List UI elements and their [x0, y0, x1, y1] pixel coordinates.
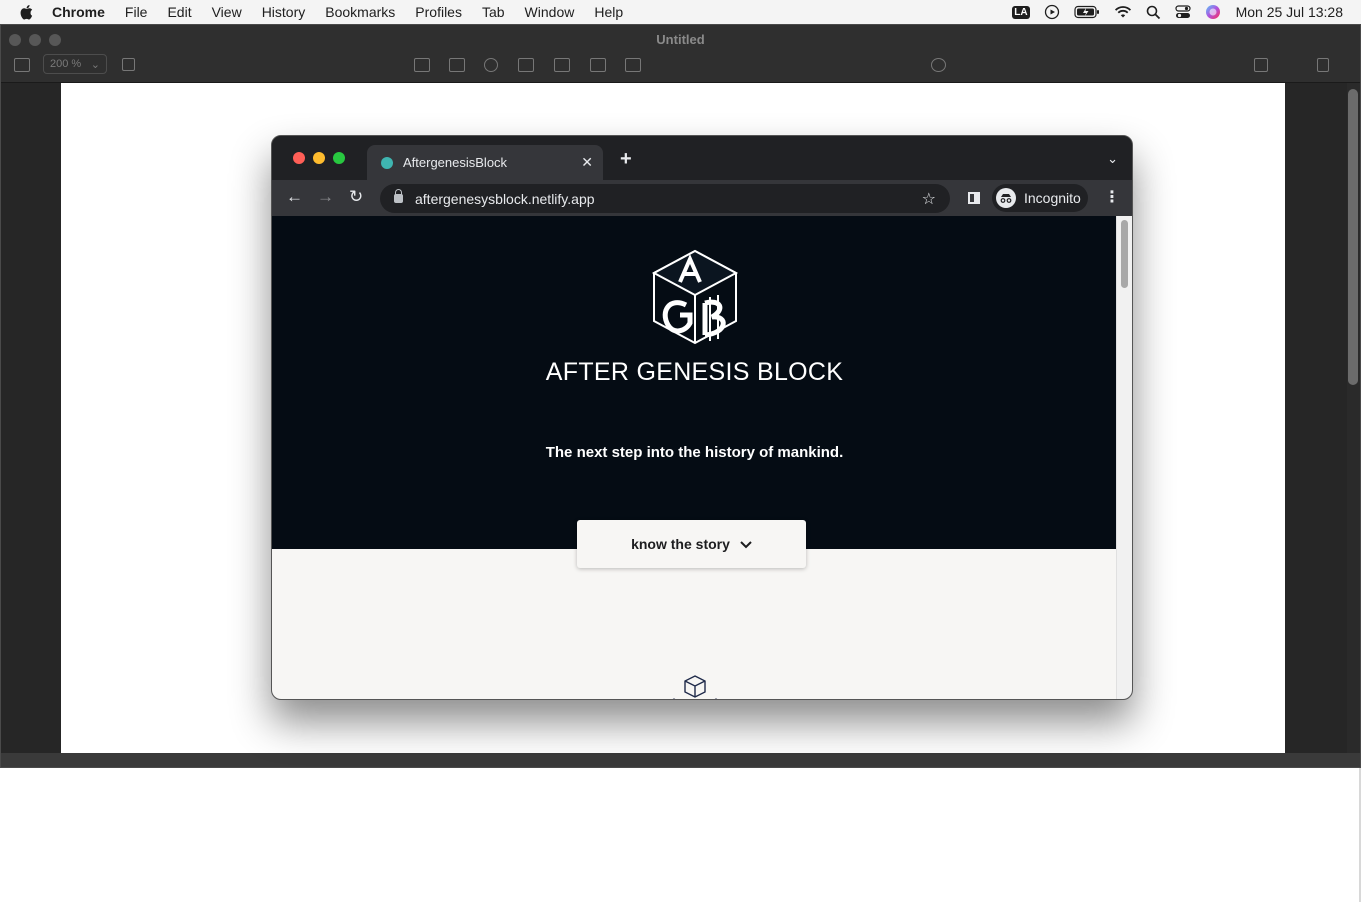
page-scrollbar[interactable]: [1116, 216, 1132, 699]
play-slideshow-icon[interactable]: [414, 58, 430, 72]
agb-cube-logo-icon: [651, 249, 739, 345]
text-box-icon[interactable]: [518, 58, 534, 72]
hero-title: AFTER GENESIS BLOCK: [545, 358, 844, 386]
chevron-down-icon: [740, 537, 752, 552]
know-the-story-button[interactable]: know the story: [577, 520, 806, 568]
add-slide-icon[interactable]: [122, 58, 135, 71]
canvas-bottom-bar: [1, 753, 1360, 767]
status-area: LA Mon 25 Jul 13:28: [1005, 0, 1361, 24]
forward-arrow-icon[interactable]: →: [317, 187, 334, 207]
collaborate-icon[interactable]: [931, 58, 946, 72]
browser-toolbar: ← → ↻ aftergenesysblock.netlify.app ☆ In…: [272, 180, 1132, 216]
zoom-select[interactable]: 200 % ⌄: [43, 54, 107, 74]
tab-search-chevron-icon[interactable]: ⌄: [1107, 151, 1118, 167]
shape-icon[interactable]: [554, 58, 570, 72]
menu-edit[interactable]: Edit: [157, 0, 201, 24]
incognito-label: Incognito: [1024, 190, 1081, 206]
lock-icon[interactable]: [394, 189, 403, 203]
zoom-value: 200 %: [50, 58, 82, 70]
comment-icon[interactable]: [625, 58, 641, 72]
reload-icon[interactable]: ↻: [349, 187, 363, 207]
menu-tab[interactable]: Tab: [472, 0, 515, 24]
menu-help[interactable]: Help: [584, 0, 633, 24]
format-brush-icon[interactable]: [1254, 58, 1268, 72]
back-arrow-icon[interactable]: ←: [286, 187, 303, 207]
menu-app-name[interactable]: Chrome: [52, 0, 115, 24]
small-cube-icon: [672, 675, 718, 699]
web-page: AFTER GENESIS BLOCK The next step into t…: [272, 216, 1117, 699]
hero-subtitle: The next step into the history of mankin…: [545, 444, 844, 461]
battery-icon[interactable]: [1073, 5, 1100, 19]
keynote-titlebar: Untitled 200 % ⌄: [1, 25, 1360, 83]
chevron-down-icon: ⌄: [90, 58, 100, 71]
menubar-clock[interactable]: Mon 25 Jul 13:28: [1236, 4, 1343, 20]
browser-window-controls: [293, 152, 345, 164]
control-center-icon[interactable]: [1174, 5, 1191, 19]
incognito-icon: [996, 188, 1016, 208]
browser-zoom-button[interactable]: [333, 152, 345, 164]
menu-view[interactable]: View: [202, 0, 252, 24]
chart-icon[interactable]: [484, 58, 498, 72]
menu-history[interactable]: History: [252, 0, 316, 24]
more-menu-icon[interactable]: ⋮: [1104, 187, 1120, 207]
close-tab-icon[interactable]: ✕: [581, 154, 593, 171]
menu-file[interactable]: File: [115, 0, 158, 24]
browser-minimize-button[interactable]: [313, 152, 325, 164]
menu-bar: Chrome File Edit View History Bookmarks …: [0, 0, 1361, 24]
know-the-story-label: know the story: [631, 536, 730, 552]
new-tab-icon[interactable]: +: [620, 148, 632, 171]
play-icon[interactable]: [1044, 4, 1060, 20]
menu-bookmarks[interactable]: Bookmarks: [315, 0, 405, 24]
media-icon[interactable]: [590, 58, 606, 72]
input-source-badge[interactable]: LA: [1012, 5, 1030, 19]
incognito-profile-button[interactable]: Incognito: [992, 184, 1088, 212]
browser-close-button[interactable]: [293, 152, 305, 164]
url-text[interactable]: aftergenesysblock.netlify.app: [415, 191, 922, 207]
bookmark-star-icon[interactable]: ☆: [922, 189, 936, 209]
menu-window[interactable]: Window: [515, 0, 585, 24]
browser-tab-strip: AftergenesisBlock ✕ + ⌄: [272, 136, 1132, 180]
favicon-icon: [381, 156, 393, 169]
wifi-icon[interactable]: [1114, 5, 1132, 19]
canvas-scrollbar[interactable]: [1348, 89, 1358, 385]
apple-menu-icon[interactable]: [0, 4, 52, 20]
desktop-area: [0, 768, 1361, 902]
browser-screenshot[interactable]: AftergenesisBlock ✕ + ⌄ ← → ↻ aftergenes…: [271, 135, 1133, 700]
document-icon[interactable]: [1317, 58, 1329, 72]
tab-title: AftergenesisBlock: [403, 155, 508, 170]
view-sidebar-icon[interactable]: [14, 58, 30, 72]
document-title: Untitled: [656, 32, 705, 47]
side-panel-icon[interactable]: [968, 192, 980, 204]
address-bar[interactable]: aftergenesysblock.netlify.app ☆: [380, 184, 950, 213]
siri-icon[interactable]: [1205, 4, 1221, 20]
page-scrollbar-thumb[interactable]: [1121, 220, 1128, 288]
menu-profiles[interactable]: Profiles: [405, 0, 472, 24]
table-icon[interactable]: [449, 58, 465, 72]
browser-tab[interactable]: AftergenesisBlock ✕: [367, 145, 603, 180]
search-icon[interactable]: [1146, 5, 1161, 20]
hero-section: AFTER GENESIS BLOCK The next step into t…: [272, 216, 1117, 549]
